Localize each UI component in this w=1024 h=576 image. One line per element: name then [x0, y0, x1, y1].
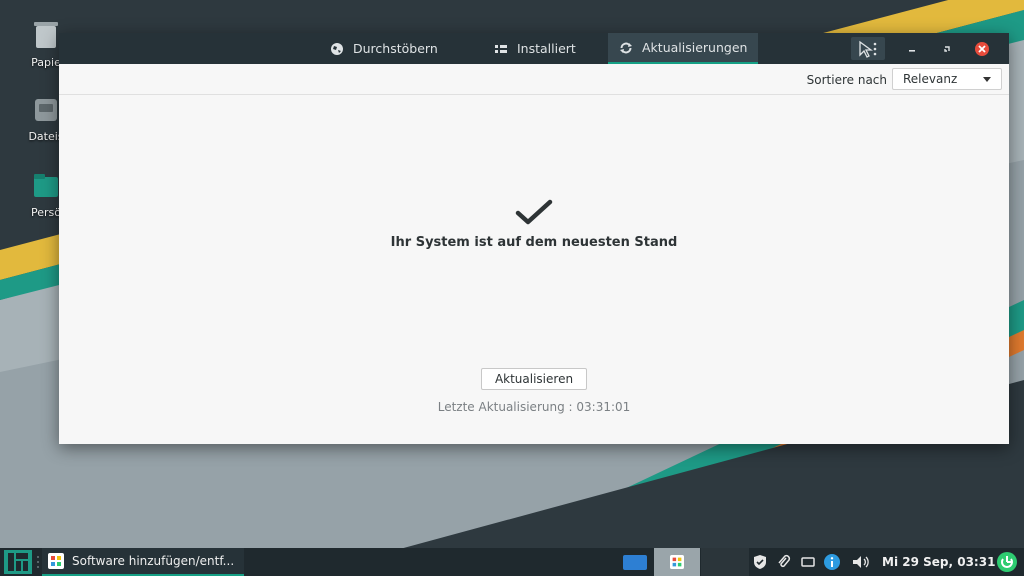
- info-icon: [824, 554, 840, 570]
- paperclip-icon: [778, 554, 791, 568]
- minimize-icon: [909, 49, 915, 52]
- workspace-switcher-button[interactable]: [622, 548, 648, 576]
- headerbar: Durchstöbern Installiert Aktualisierunge…: [59, 33, 1009, 64]
- refresh-button[interactable]: Aktualisieren: [481, 368, 587, 390]
- start-menu-button[interactable]: [4, 548, 32, 576]
- software-app-icon: [48, 553, 64, 569]
- tray-info[interactable]: [823, 548, 841, 576]
- taskbar-task-software[interactable]: Software hinzufügen/entf...: [42, 548, 244, 576]
- tray-volume[interactable]: [851, 548, 871, 576]
- desktop-icon-label: Papie: [31, 56, 61, 69]
- software-app-icon: [670, 555, 684, 569]
- logout-button[interactable]: [996, 548, 1018, 576]
- tray-shield[interactable]: [752, 548, 768, 576]
- sort-label: Sortiere nach: [806, 73, 887, 87]
- drive-icon: [35, 99, 57, 121]
- cursor-menu-icon: [859, 40, 877, 58]
- manjaro-logo-icon: [4, 550, 32, 574]
- shield-icon: [754, 555, 766, 569]
- desktop-icon-label: Persö: [31, 206, 61, 219]
- sort-dropdown-value: Relevanz: [903, 72, 958, 86]
- task-label: Software hinzufügen/entf...: [72, 554, 235, 568]
- monitor-icon: [801, 557, 815, 567]
- globe-icon: [331, 42, 343, 55]
- tab-label: Aktualisierungen: [642, 40, 748, 55]
- tab-label: Durchstöbern: [353, 41, 438, 56]
- sort-dropdown[interactable]: Relevanz: [892, 68, 1002, 90]
- workspace-1[interactable]: [654, 548, 700, 576]
- separator-dots-icon: [37, 556, 39, 568]
- preferences-button[interactable]: [851, 37, 885, 60]
- folder-icon: [34, 174, 58, 197]
- taskbar: Software hinzufügen/entf... Mi 29 Sep, 0…: [0, 548, 1024, 576]
- close-icon: [975, 41, 989, 56]
- tab-browse[interactable]: Durchstöbern: [319, 33, 449, 64]
- software-manager-window: Durchstöbern Installiert Aktualisierunge…: [59, 33, 1009, 444]
- maximize-button[interactable]: [936, 37, 958, 60]
- tray-clipboard[interactable]: [776, 548, 792, 576]
- workspace-2[interactable]: [701, 548, 749, 576]
- trash-icon: [34, 22, 58, 48]
- status-message: Ihr System ist auf dem neuesten Stand: [390, 235, 678, 250]
- power-icon: [997, 552, 1017, 572]
- clock-text: Mi 29 Sep, 03:31: [882, 555, 996, 569]
- volume-icon: [853, 556, 869, 568]
- workspace-icon: [623, 555, 647, 570]
- chevron-down-icon: [983, 77, 991, 82]
- minimize-button[interactable]: [901, 37, 923, 60]
- restore-icon: [944, 45, 950, 52]
- refresh-icon: [620, 42, 632, 53]
- clock[interactable]: Mi 29 Sep, 03:31: [882, 548, 995, 576]
- close-button[interactable]: [971, 37, 993, 60]
- last-update-text: Letzte Aktualisierung : 03:31:01: [437, 400, 631, 414]
- sort-toolbar: Sortiere nach Relevanz: [59, 64, 1009, 95]
- list-icon: [495, 44, 507, 53]
- taskbar-separator: [36, 548, 40, 576]
- tab-updates[interactable]: Aktualisierungen: [608, 33, 759, 64]
- checkmark-icon: [515, 199, 553, 225]
- tab-installed[interactable]: Installiert: [483, 33, 587, 64]
- tray-display[interactable]: [800, 548, 816, 576]
- tab-label: Installiert: [517, 41, 576, 56]
